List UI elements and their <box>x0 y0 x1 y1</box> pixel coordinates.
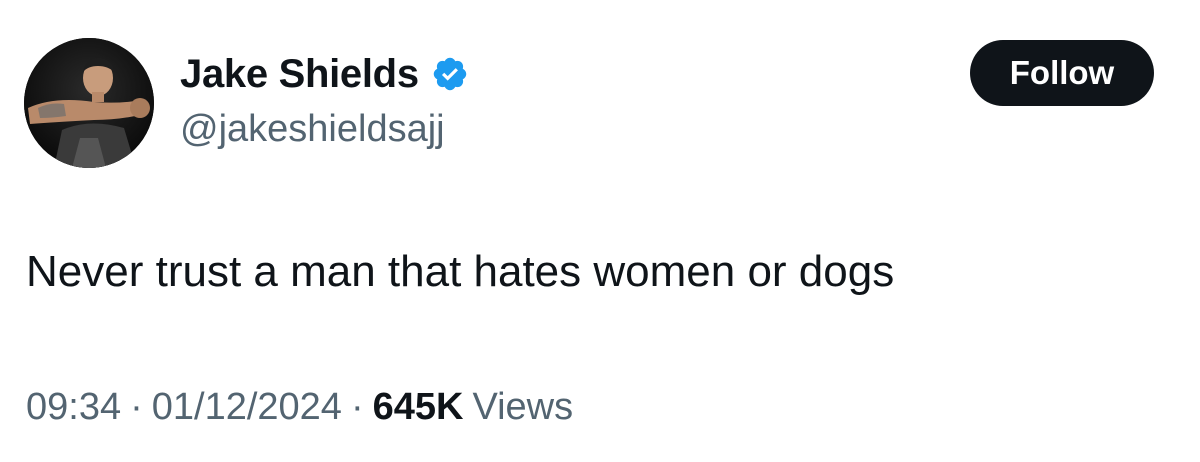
meta-separator: · <box>350 386 364 428</box>
author-display-name[interactable]: Jake Shields <box>180 50 419 98</box>
tweet-text: Never trust a man that hates women or do… <box>26 247 895 296</box>
tweet-card: Jake Shields @jakeshieldsajj Follow Neve… <box>0 0 1200 462</box>
tweet-time[interactable]: 09:34 <box>26 384 121 430</box>
follow-button[interactable]: Follow <box>970 40 1154 106</box>
verified-badge-icon[interactable] <box>431 55 469 93</box>
author-handle[interactable]: @jakeshieldsajj <box>180 106 445 152</box>
avatar-photo-icon <box>24 38 154 168</box>
tweet-date[interactable]: 01/12/2024 <box>152 384 342 430</box>
views-count[interactable]: 645K <box>373 384 464 430</box>
views-label: Views <box>472 386 574 428</box>
avatar[interactable] <box>24 38 154 168</box>
tweet-meta: 09:34 · 01/12/2024 · 645K Views <box>26 384 573 430</box>
author-name-row: Jake Shields <box>180 50 469 98</box>
meta-separator: · <box>130 386 143 428</box>
